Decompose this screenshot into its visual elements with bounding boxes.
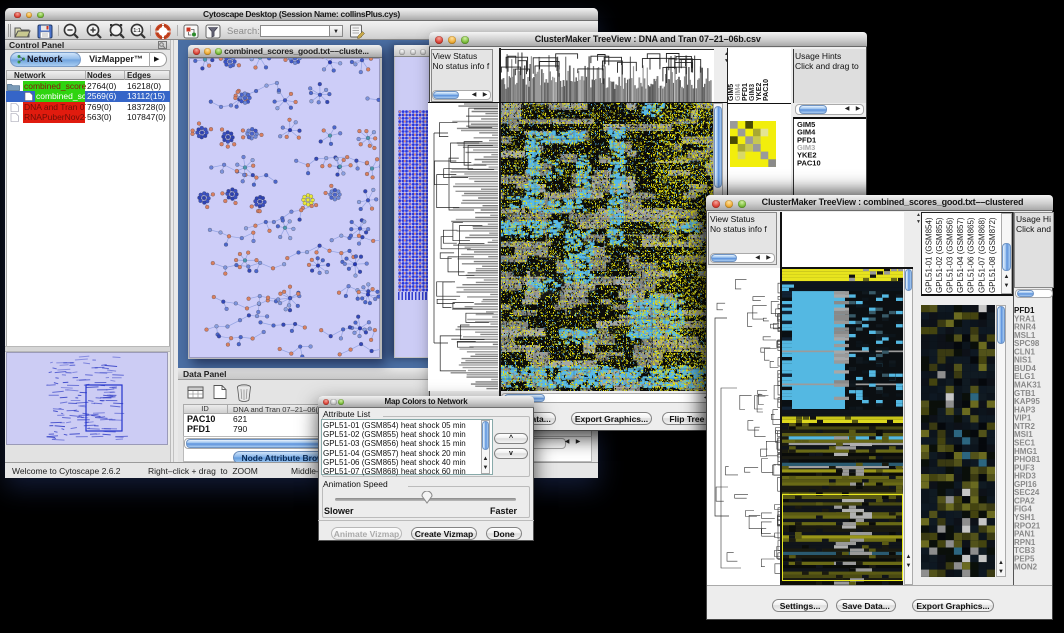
- svg-text:GIM5: GIM5: [728, 83, 735, 100]
- svg-text:YKE2: YKE2: [756, 82, 763, 100]
- svg-text:GPL51-02 (GSM855): GPL51-02 (GSM855): [935, 217, 944, 293]
- svg-text:GPL51-08 (GSM872): GPL51-08 (GSM872): [988, 217, 997, 293]
- svg-text:GPL51-03 (GSM856): GPL51-03 (GSM856): [946, 217, 955, 293]
- svg-text:1:1: 1:1: [133, 28, 140, 34]
- svg-text:GIM3: GIM3: [749, 83, 756, 100]
- svg-text:GPL51-07 (GSM868): GPL51-07 (GSM868): [977, 217, 986, 293]
- svg-text:GPL51-04 (GSM857): GPL51-04 (GSM857): [956, 217, 965, 293]
- svg-text:MON2: MON2: [1014, 563, 1038, 572]
- svg-text:PAC10: PAC10: [763, 78, 770, 100]
- svg-text:PAC10: PAC10: [797, 158, 821, 167]
- svg-text:GPL51-06 (GSM865): GPL51-06 (GSM865): [967, 217, 976, 293]
- svg-text:PFD1: PFD1: [742, 83, 749, 101]
- svg-text:GIM4: GIM4: [735, 83, 742, 100]
- svg-text:GPL51-01 (GSM854): GPL51-01 (GSM854): [925, 217, 934, 293]
